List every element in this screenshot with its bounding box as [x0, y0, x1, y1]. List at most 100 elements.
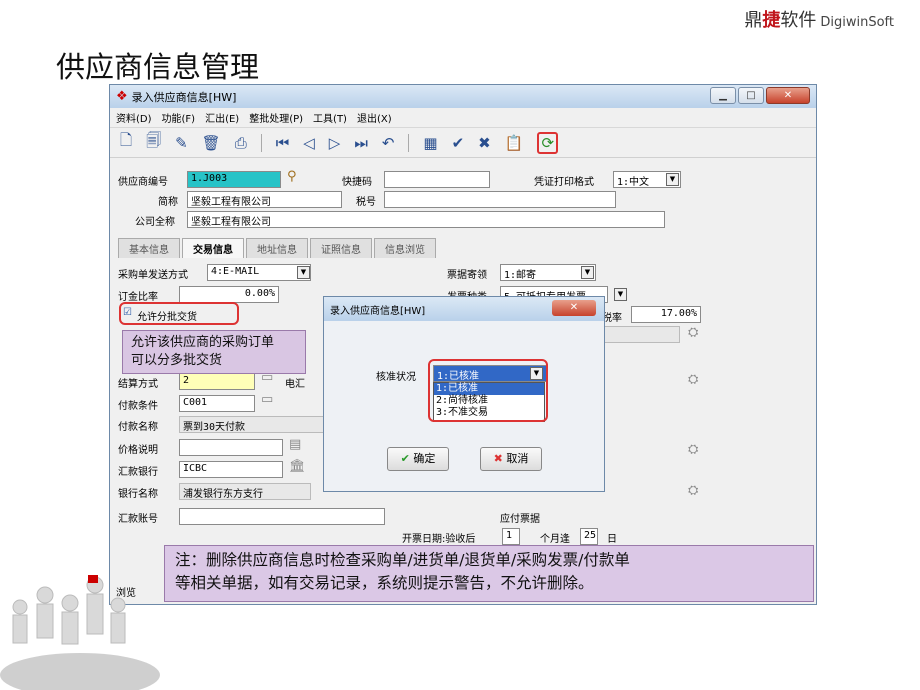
slide: 鼎捷软件 DigiwinSoft 供应商信息管理 ❖ 录入供应商信息[HW] ▁ …: [0, 0, 920, 690]
deposit-label: 订金比率: [118, 292, 158, 303]
app-logo-icon: ❖: [116, 89, 128, 104]
chevron-down-icon[interactable]: ▼: [614, 288, 627, 301]
minimize-button[interactable]: ▁: [710, 87, 736, 104]
print-icon[interactable]: ⎙: [235, 134, 247, 152]
dialog-close-button[interactable]: ✕: [552, 300, 596, 316]
preview-icon[interactable]: 🗐: [146, 130, 161, 155]
new-icon[interactable]: 🗋: [120, 130, 132, 155]
last-record-icon[interactable]: ⏭: [354, 134, 368, 152]
account-label: 汇款账号: [118, 514, 158, 525]
people-graphic: [0, 575, 160, 690]
tab-bar: 基本信息 交易信息 地址信息 证照信息 信息浏览: [118, 238, 438, 258]
settle-label: 结算方式: [118, 379, 158, 390]
delete-icon[interactable]: 🗑: [202, 134, 221, 152]
issue-date-label: 开票日期:验收后: [402, 534, 476, 545]
po-send-label: 采购单发送方式: [118, 270, 188, 281]
invoice-recv-label: 票据寄领: [447, 270, 487, 281]
slide-title: 供应商信息管理: [56, 50, 260, 84]
menu-bar: 资料(D) 功能(F) 汇出(E) 整批处理(P) 工具(T) 退出(X): [110, 108, 816, 128]
close-button[interactable]: ✕: [766, 87, 810, 104]
lookup-icon[interactable]: ⛭: [688, 325, 698, 340]
lookup-icon[interactable]: ⛭: [688, 372, 698, 387]
pay-name-field: 票到30天付款: [179, 416, 324, 433]
approve-icon[interactable]: ⟳: [537, 131, 559, 154]
toolbar-separator: [408, 133, 410, 152]
settle-suffix: 电汇: [285, 379, 305, 390]
callout-line: 允许该供应商的采购订单: [131, 335, 275, 350]
undo-icon[interactable]: ↶: [382, 134, 395, 152]
brand-logo: 鼎捷软件 DigiwinSoft: [744, 10, 894, 31]
chevron-down-icon[interactable]: ▼: [297, 266, 310, 279]
quick-code-field[interactable]: [384, 171, 490, 188]
lookup-icon[interactable]: ⛭: [688, 483, 698, 498]
maximize-button[interactable]: □: [738, 87, 764, 104]
toolbar-separator: [260, 133, 262, 152]
tab-trade[interactable]: 交易信息: [182, 238, 244, 258]
menu-batch[interactable]: 整批处理(P): [249, 110, 303, 125]
bank-icon[interactable]: 🏛: [289, 459, 306, 474]
prev-record-icon[interactable]: ◁: [303, 134, 315, 152]
price-note-field[interactable]: [179, 439, 283, 456]
edit-icon[interactable]: ✎: [175, 134, 188, 152]
voucher-format-label: 凭证打印格式: [534, 177, 594, 188]
settle-field[interactable]: 2: [179, 373, 255, 390]
quick-code-label: 快捷码: [342, 177, 372, 188]
supplier-code-label: 供应商编号: [118, 177, 168, 188]
payable-label: 应付票据: [500, 514, 540, 525]
supplier-code-field[interactable]: 1.J003: [187, 171, 281, 188]
menu-exit[interactable]: 退出(X): [357, 110, 392, 125]
lookup-person-icon[interactable]: ⚲: [287, 169, 297, 184]
tab-browse[interactable]: 信息浏览: [374, 238, 436, 258]
issue-months-field[interactable]: 1: [502, 528, 520, 545]
chevron-down-icon[interactable]: ▼: [581, 266, 594, 279]
check-icon: ✔: [400, 452, 410, 465]
close-icon: ✖: [493, 452, 503, 465]
lookup-icon[interactable]: ⛭: [688, 442, 698, 457]
tax-no-field[interactable]: [384, 191, 616, 208]
readonly-field: [602, 326, 680, 343]
issue-unit-label: 日: [607, 534, 617, 545]
price-note-label: 价格说明: [118, 445, 158, 456]
short-name-label: 简称: [158, 197, 178, 208]
window-title: 录入供应商信息[HW]: [131, 90, 237, 104]
pay-term-field[interactable]: C001: [179, 395, 255, 412]
short-name-field[interactable]: 坚毅工程有限公司: [187, 191, 342, 208]
po-send-select[interactable]: 4:E-MAIL: [207, 264, 311, 281]
chevron-down-icon[interactable]: ▼: [666, 173, 679, 186]
issue-mid-label: 个月逢: [540, 534, 570, 545]
cancel-button[interactable]: ✖ 取消: [480, 447, 542, 471]
clipboard-icon[interactable]: 📋: [505, 134, 524, 152]
menu-export[interactable]: 汇出(E): [205, 110, 239, 125]
calculator-icon[interactable]: ▦: [423, 134, 437, 152]
menu-tools[interactable]: 工具(T): [313, 110, 347, 125]
bank-label: 汇款银行: [118, 467, 158, 478]
callout-note: 注：删除供应商信息时检查采购单/进货单/退货单/采购发票/付款单 等相关单据，如…: [164, 545, 814, 602]
bank-name-field: 浦发银行东方支行: [179, 483, 311, 500]
cancel-icon[interactable]: ✖: [478, 134, 491, 152]
full-name-field[interactable]: 坚毅工程有限公司: [187, 211, 665, 228]
menu-data[interactable]: 资料(D): [116, 110, 152, 125]
bank-field[interactable]: ICBC: [179, 461, 283, 478]
note-line: 注：删除供应商信息时检查采购单/进货单/退货单/采购发票/付款单: [175, 551, 630, 569]
tab-basic[interactable]: 基本信息: [118, 238, 180, 258]
callout-batch: 允许该供应商的采购订单 可以分多批交货: [122, 330, 306, 374]
first-record-icon[interactable]: ⏮: [276, 134, 290, 152]
next-record-icon[interactable]: ▷: [329, 134, 341, 152]
tab-address[interactable]: 地址信息: [246, 238, 308, 258]
confirm-icon[interactable]: ✔: [452, 134, 465, 152]
account-field[interactable]: [179, 508, 385, 525]
issue-day-field[interactable]: 25: [580, 528, 598, 545]
toolbar: 🗋 🗐 ✎ 🗑 ⎙ ⏮ ◁ ▷ ⏭ ↶ ▦ ✔ ✖ 📋 ⟳: [110, 128, 816, 158]
full-name-label: 公司全称: [135, 217, 175, 228]
ok-button[interactable]: ✔ 确定: [387, 447, 449, 471]
bank-name-label: 银行名称: [118, 489, 158, 500]
note-icon[interactable]: ▤: [289, 437, 301, 452]
tab-license[interactable]: 证照信息: [310, 238, 372, 258]
status-highlight: [428, 359, 548, 422]
deposit-field[interactable]: 0.00%: [179, 286, 279, 303]
tax-rate-label: 税率: [602, 313, 622, 324]
tax-rate-field[interactable]: 17.00%: [631, 306, 701, 323]
lookup-icon[interactable]: ▭: [261, 392, 273, 407]
pay-term-label: 付款条件: [118, 401, 158, 412]
menu-function[interactable]: 功能(F): [162, 110, 196, 125]
